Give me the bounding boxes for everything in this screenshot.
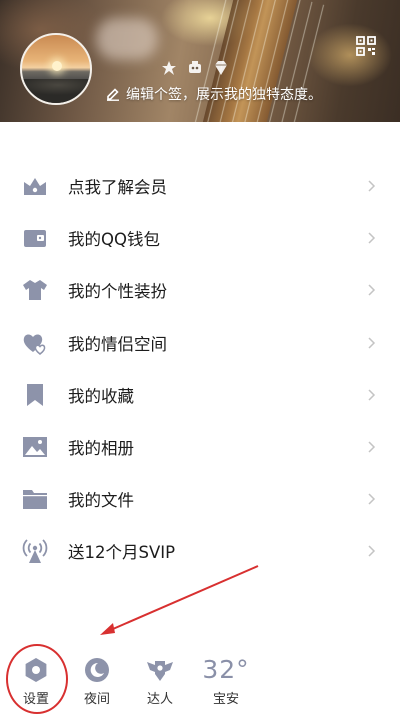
menu-label: 我的相册 <box>68 439 134 459</box>
menu-label: 我的收藏 <box>68 386 134 406</box>
level-robot-icon[interactable] <box>186 60 204 76</box>
crown-basket-icon <box>24 178 46 196</box>
menu-item-couple-space[interactable]: 我的情侣空间 <box>0 317 400 369</box>
menu-item-files[interactable]: 我的文件 <box>0 473 400 525</box>
signature-edit[interactable]: 编辑个签，展示我的独特态度。 <box>106 84 322 104</box>
broadcast-icon <box>22 539 48 564</box>
menu-label: 我的情侣空间 <box>68 334 167 354</box>
level-sun-icon[interactable] <box>160 60 178 76</box>
menu-label: 点我了解会员 <box>68 178 167 198</box>
menu-label: 我的文件 <box>68 491 134 511</box>
master-button[interactable]: 达人 <box>130 650 190 707</box>
night-label: 夜间 <box>83 692 110 707</box>
temperature-text: 32° <box>202 655 250 684</box>
wallet-icon <box>24 230 46 248</box>
photo-icon <box>23 437 47 458</box>
signature-text: 编辑个签，展示我的独特态度。 <box>126 87 322 103</box>
menu-label: 送12个月SVIP <box>68 543 176 563</box>
pencil-icon <box>107 88 119 101</box>
menu-item-album[interactable]: 我的相册 <box>0 421 400 473</box>
nickname-blurred <box>96 18 158 60</box>
chevron-right-icon <box>368 337 376 349</box>
menu-label: 我的个性装扮 <box>68 282 167 302</box>
menu-item-favorites[interactable]: 我的收藏 <box>0 369 400 421</box>
badge-row <box>160 60 230 76</box>
menu-item-personalize[interactable]: 我的个性装扮 <box>0 264 400 316</box>
menu-item-wallet[interactable]: 我的QQ钱包 <box>0 212 400 264</box>
avatar-land <box>22 79 90 103</box>
tshirt-icon <box>23 280 47 301</box>
chevron-right-icon <box>368 545 376 557</box>
menu-label: 我的QQ钱包 <box>68 230 160 250</box>
city-label: 宝安 <box>212 692 239 707</box>
chevron-right-icon <box>368 441 376 453</box>
chevron-right-icon <box>368 232 376 244</box>
avatar-sun <box>52 61 62 71</box>
avatar[interactable] <box>20 33 92 105</box>
chevron-right-icon <box>368 389 376 401</box>
settings-hexagon-icon <box>25 658 47 682</box>
settings-label: 设置 <box>22 692 49 707</box>
moon-icon <box>85 658 109 682</box>
night-mode-button[interactable]: 夜间 <box>67 650 127 707</box>
master-label: 达人 <box>146 692 173 707</box>
chevron-right-icon <box>368 284 376 296</box>
folder-icon <box>23 490 47 510</box>
weather-widget[interactable]: 32° 宝安 <box>196 650 256 708</box>
bookmark-icon <box>27 383 43 406</box>
chevron-right-icon <box>368 493 376 505</box>
bottom-bar: 设置 夜间 达人 32° 宝安 <box>0 650 400 720</box>
settings-button[interactable]: 设置 <box>6 650 66 707</box>
qr-code-icon[interactable] <box>356 36 376 56</box>
menu-item-membership[interactable]: 点我了解会员 <box>0 160 400 212</box>
level-diamond-icon[interactable] <box>212 60 230 76</box>
drawer-menu: 点我了解会员 我的QQ钱包 我的个性装扮 我的情侣空间 我的收藏 我的相册 我的… <box>0 160 400 578</box>
profile-header: 编辑个签，展示我的独特态度。 <box>0 0 400 122</box>
hearts-icon <box>23 334 46 355</box>
menu-item-svip-gift[interactable]: 送12个月SVIP <box>0 525 400 577</box>
chevron-right-icon <box>368 180 376 192</box>
winged-badge-icon <box>147 661 173 681</box>
